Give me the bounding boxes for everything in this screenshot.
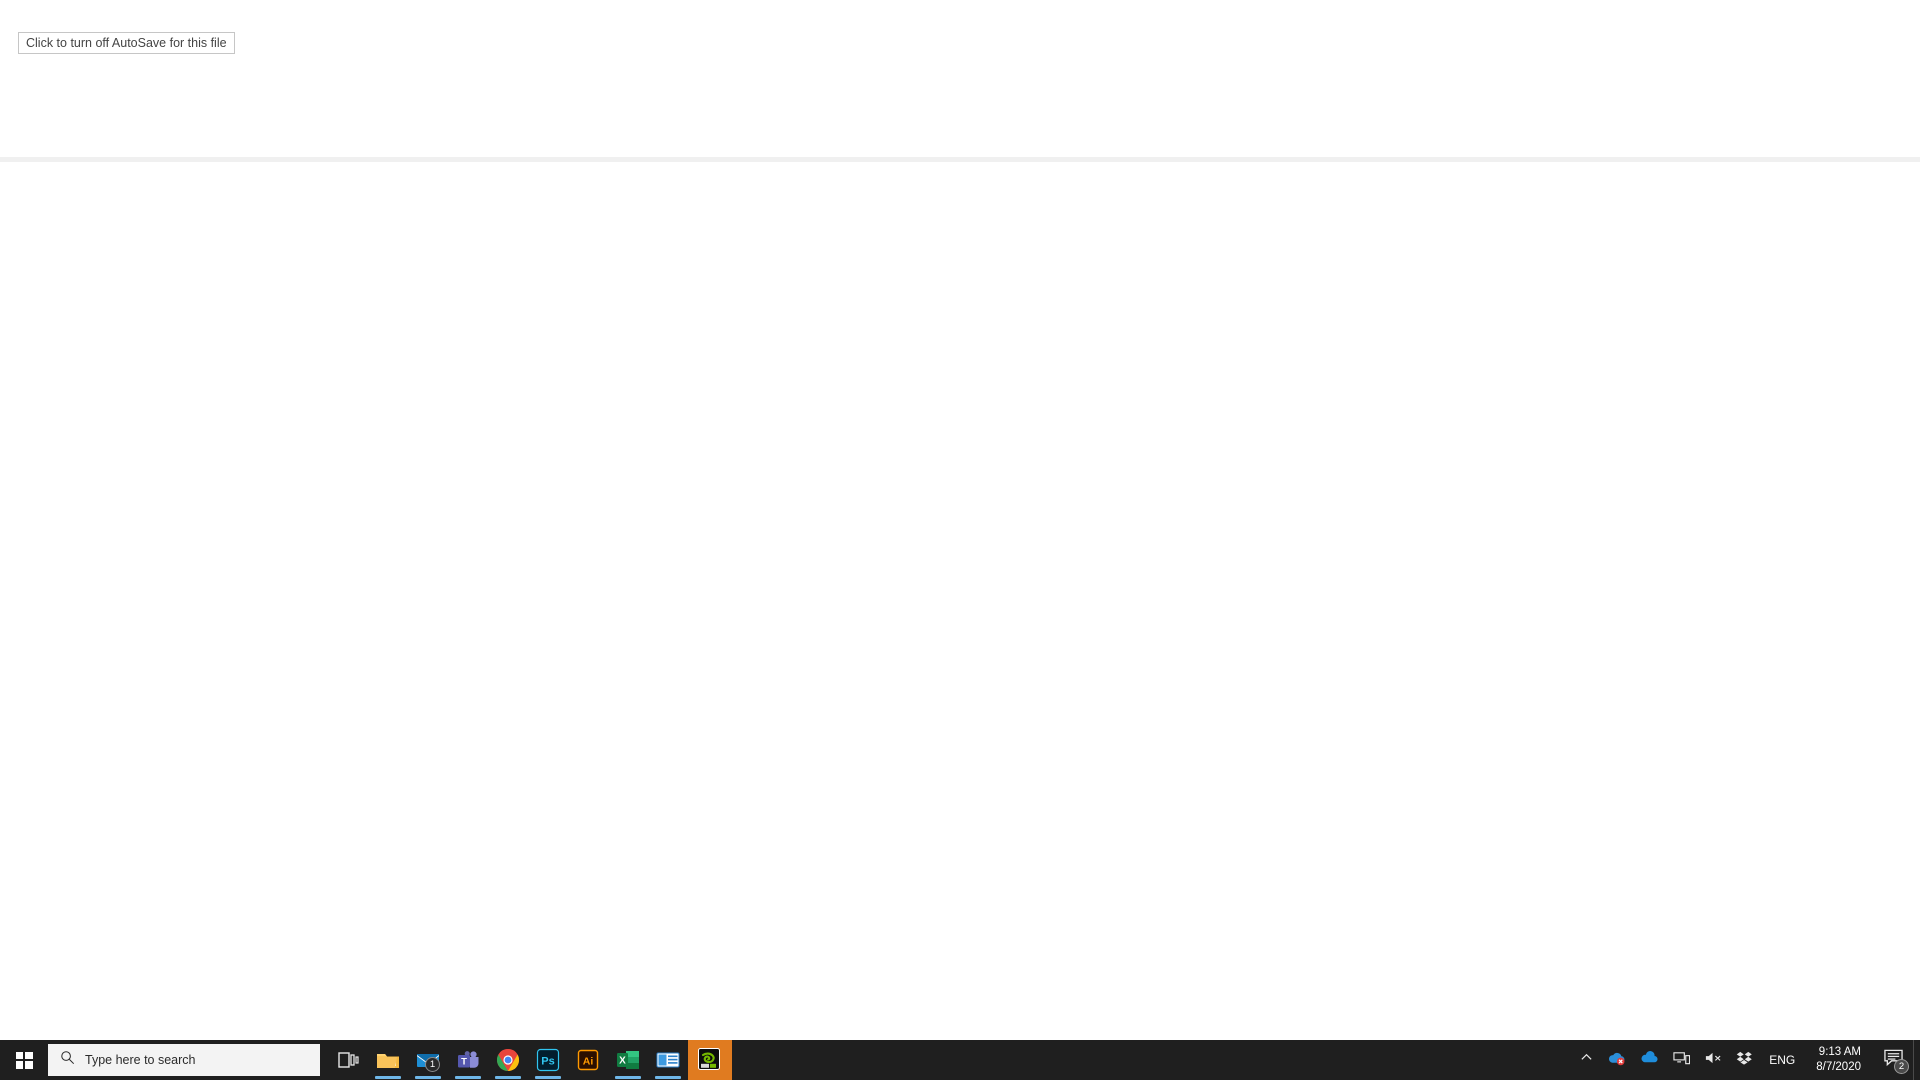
taskbar: Type here to search 1 T Ps Ai X ENG 9:13… [0, 1040, 1920, 1080]
autosave-tooltip: Click to turn off AutoSave for this file [18, 32, 235, 54]
taskbar-app-nvidia[interactable] [688, 1040, 732, 1080]
taskbar-app-teams[interactable]: T [448, 1040, 488, 1080]
running-indicator [535, 1076, 561, 1079]
taskbar-app-excel[interactable]: X [608, 1040, 648, 1080]
windows-logo-icon [15, 1051, 33, 1069]
running-indicator [655, 1076, 681, 1079]
network-icon [1673, 1050, 1691, 1071]
running-indicator [375, 1076, 401, 1079]
speaker-mute-icon [1704, 1050, 1722, 1071]
taskbar-app-file-explorer[interactable] [368, 1040, 408, 1080]
onedrive-error-icon [1607, 1050, 1626, 1071]
running-indicator [455, 1076, 481, 1079]
tray-icon-dropbox[interactable] [1729, 1040, 1760, 1080]
task-view-icon [335, 1047, 361, 1073]
mail-icon: 1 [415, 1047, 441, 1073]
taskbar-app-illustrator[interactable]: Ai [568, 1040, 608, 1080]
illustrator-icon: Ai [575, 1047, 601, 1073]
clock-time: 9:13 AM [1818, 1046, 1861, 1058]
tray-icon-volume-muted[interactable] [1697, 1040, 1729, 1080]
show-desktop-button[interactable] [1913, 1040, 1920, 1080]
dropbox-icon [1736, 1050, 1753, 1071]
photoshop-icon: Ps [535, 1047, 561, 1073]
notifications-button[interactable]: 2 [1873, 1040, 1913, 1080]
autosave-tooltip-text: Click to turn off AutoSave for this file [26, 36, 227, 50]
running-indicator [615, 1076, 641, 1079]
language-indicator[interactable]: ENG [1760, 1053, 1804, 1067]
document-canvas[interactable] [0, 162, 1920, 1040]
nvidia-icon [697, 1047, 723, 1073]
tray-icon-onedrive[interactable] [1633, 1040, 1666, 1080]
svg-text:T: T [461, 1056, 467, 1067]
chevron-up-icon [1580, 1051, 1593, 1069]
running-indicator [495, 1076, 521, 1079]
notifications-badge-count: 2 [1894, 1059, 1909, 1074]
clock[interactable]: 9:13 AM 8/7/2020 [1804, 1040, 1873, 1080]
task-view-button[interactable] [328, 1040, 368, 1080]
svg-text:X: X [619, 1056, 626, 1067]
powerpoint-icon [655, 1047, 681, 1073]
svg-text:Ps: Ps [541, 1056, 554, 1068]
system-tray: ENG 9:13 AM 8/7/2020 2 [1573, 1040, 1920, 1080]
application-window [0, 0, 1920, 1040]
mail-badge-count: 1 [425, 1057, 440, 1072]
taskbar-app-powerpoint[interactable] [648, 1040, 688, 1080]
taskbar-app-mail[interactable]: 1 [408, 1040, 448, 1080]
taskbar-app-photoshop[interactable]: Ps [528, 1040, 568, 1080]
search-input[interactable]: Type here to search [48, 1044, 320, 1076]
tray-icon-onedrive-error[interactable] [1600, 1040, 1633, 1080]
show-hidden-icons-button[interactable] [1573, 1040, 1600, 1080]
excel-icon: X [615, 1047, 641, 1073]
search-placeholder: Type here to search [85, 1053, 196, 1067]
chrome-icon [495, 1047, 521, 1073]
onedrive-icon [1640, 1050, 1659, 1071]
tray-icon-network[interactable] [1666, 1040, 1697, 1080]
search-icon [60, 1050, 75, 1070]
svg-text:Ai: Ai [583, 1055, 594, 1067]
file-explorer-icon [375, 1047, 401, 1073]
start-button[interactable] [0, 1040, 48, 1080]
clock-date: 8/7/2020 [1816, 1061, 1861, 1073]
teams-icon: T [455, 1047, 481, 1073]
screen: Click to turn off AutoSave for this file… [0, 0, 1920, 1080]
taskbar-app-chrome[interactable] [488, 1040, 528, 1080]
running-indicator [415, 1076, 441, 1079]
